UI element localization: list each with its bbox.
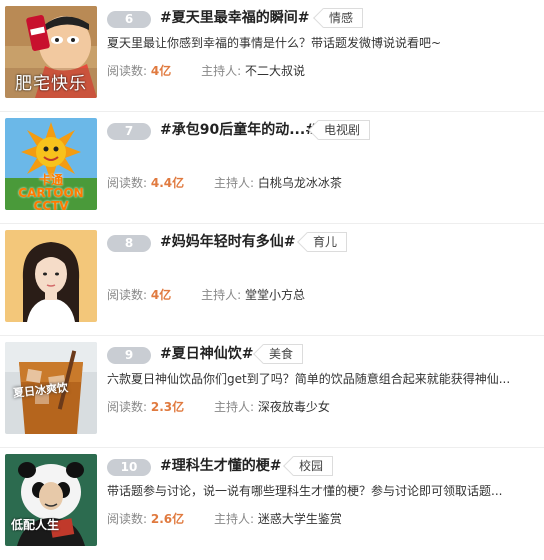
topic-meta: 阅读数: 4亿 主持人: 堂堂小方总 [107,287,305,303]
list-item[interactable]: 肥宅快乐 6 #夏天里最幸福的瞬间# 情感 夏天里最让你感到幸福的事情是什么？带… [0,0,544,112]
category-tag[interactable]: 情感 [323,8,364,28]
host-label: 主持人: [213,512,255,526]
thumbnail-caption: 肥宅快乐 [15,74,87,94]
reads-count: 2.3亿 [150,400,185,414]
host-name[interactable]: 深夜放毒少女 [258,400,330,414]
category-tag[interactable]: 育儿 [307,232,348,252]
list-item[interactable]: 夏日冰爽饮 9 #夏日神仙饮# 美食 六款夏日神仙饮品你们get到了吗？简单的饮… [0,336,544,448]
rank-badge: 6 [107,11,151,28]
topic-meta: 阅读数: 4.4亿 主持人: 白桃乌龙冰冰茶 [107,175,342,191]
topic-thumbnail[interactable] [5,230,97,322]
topic-description: 夏天里最让你感到幸福的事情是什么？带话题发微博说说看吧~ [107,36,442,50]
category-tag[interactable]: 电视剧 [318,120,371,140]
category-tag-label: 校园 [299,459,324,473]
list-item[interactable]: 低配人生 10 #理科生才懂的梗# 校园 带话题参与讨论，说一说有哪些理科生才懂… [0,448,544,560]
topic-thumbnail[interactable]: 夏日冰爽饮 [5,342,97,434]
topic-title[interactable]: #承包90后童年的动...# [160,120,317,140]
topic-title[interactable]: #夏日神仙饮# [160,344,253,364]
category-tag-label: 美食 [269,347,294,361]
reads-label: 阅读数: [107,64,148,78]
category-tag-label: 情感 [329,11,354,25]
woman-portrait-image [5,230,97,322]
rank-badge: 9 [107,347,151,364]
list-item[interactable]: 8 #妈妈年轻时有多仙# 育儿 阅读数: 4亿 主持人: 堂堂小方总 [0,224,544,336]
topic-thumbnail[interactable]: 低配人生 [5,454,97,546]
topic-thumbnail[interactable]: 卡通 CARTOON CCTV [5,118,97,210]
host-name[interactable]: 堂堂小方总 [245,288,305,302]
host-name[interactable]: 不二大叔说 [245,64,305,78]
topic-description: 带话题参与讨论，说一说有哪些理科生才懂的梗？参与讨论即可领取话题... [107,484,503,498]
category-tag[interactable]: 校园 [293,456,334,476]
thumbnail-caption: 低配人生 [11,518,60,532]
reads-count: 4亿 [150,288,172,302]
topic-title[interactable]: #妈妈年轻时有多仙# [160,232,295,252]
topic-meta: 阅读数: 2.3亿 主持人: 深夜放毒少女 [107,399,330,415]
reads-count: 4亿 [150,64,172,78]
reads-label: 阅读数: [107,512,148,526]
rank-badge: 7 [107,123,151,140]
topic-meta: 阅读数: 2.6亿 主持人: 迷惑大学生鉴赏 [107,511,342,527]
topic-title[interactable]: #夏天里最幸福的瞬间# [160,8,309,28]
rank-badge: 8 [107,235,151,252]
topic-meta: 阅读数: 4亿 主持人: 不二大叔说 [107,63,305,79]
reads-label: 阅读数: [107,400,148,414]
host-name[interactable]: 白桃乌龙冰冰茶 [258,176,342,190]
topic-title[interactable]: #理科生才懂的梗# [160,456,281,476]
topic-list: 肥宅快乐 6 #夏天里最幸福的瞬间# 情感 夏天里最让你感到幸福的事情是什么？带… [0,0,544,546]
reads-label: 阅读数: [107,288,148,302]
reads-count: 2.6亿 [150,512,185,526]
reads-count: 4.4亿 [150,176,185,190]
host-name[interactable]: 迷惑大学生鉴赏 [258,512,342,526]
host-label: 主持人: [213,400,255,414]
topic-thumbnail[interactable]: 肥宅快乐 [5,6,97,98]
topic-description: 六款夏日神仙饮品你们get到了吗？简单的饮品随意组合起来就能获得神仙... [107,372,511,386]
host-label: 主持人: [213,176,255,190]
host-label: 主持人: [201,288,242,302]
category-tag-label: 育儿 [313,235,338,249]
category-tag[interactable]: 美食 [263,344,304,364]
thumbnail-caption: 卡通 CARTOON CCTV [18,173,84,211]
host-label: 主持人: [201,64,242,78]
rank-badge: 10 [107,459,151,476]
list-item[interactable]: 卡通 CARTOON CCTV 7 #承包90后童年的动...# 电视剧 阅读数… [0,112,544,224]
reads-label: 阅读数: [107,176,148,190]
category-tag-label: 电视剧 [324,123,361,137]
